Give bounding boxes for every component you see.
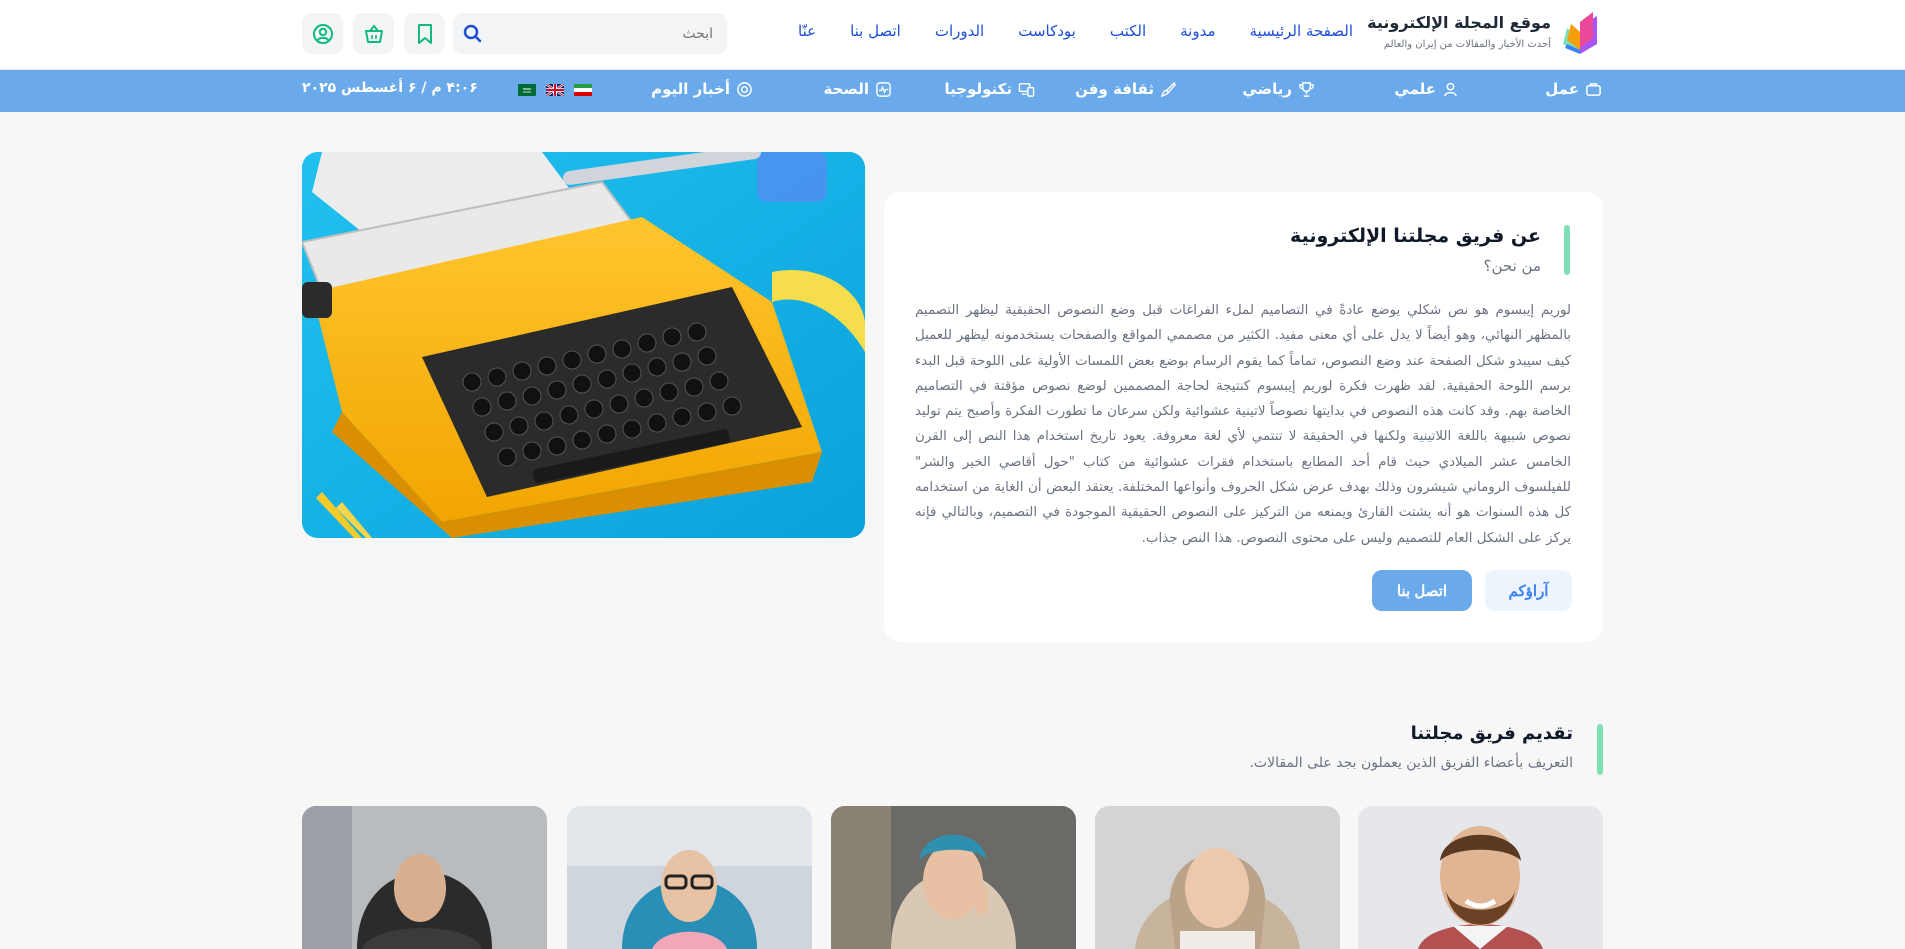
team-subtitle: التعريف بأعضاء الفريق الذين يعملون بجد ع… — [1249, 755, 1573, 771]
about-title: عن فريق مجلتنا الإلكترونية — [1290, 225, 1541, 247]
logo-book-icon — [1563, 12, 1597, 54]
bookmark-button[interactable] — [404, 13, 445, 54]
nav-link-books[interactable]: الكتب — [1110, 22, 1146, 40]
person-photo — [831, 806, 1076, 949]
current-datetime: ۴:۰۶ م / ۶ أغسطس ۲۰۲۵ — [302, 80, 478, 96]
category-label: ثقافة وفن — [1075, 80, 1154, 98]
category-label: عمل — [1545, 80, 1579, 98]
contact-button[interactable]: اتصل بنا — [1372, 570, 1472, 611]
flag-uk-icon[interactable] — [546, 84, 564, 96]
team-accent-bar — [1597, 724, 1603, 775]
typewriter-image — [302, 152, 865, 538]
search-box — [453, 13, 727, 54]
category-label: علمي — [1394, 80, 1436, 98]
team-title: تقديم فريق مجلتنا — [1410, 723, 1573, 744]
about-card: عن فريق مجلتنا الإلكترونية من نحن؟ لوريم… — [884, 192, 1603, 642]
user-icon — [1444, 82, 1457, 96]
team-member-photo[interactable] — [831, 806, 1076, 949]
category-technology[interactable]: تكنولوجيا — [945, 80, 1036, 98]
nav-link-about[interactable]: عنّا — [798, 22, 816, 40]
team-member-photo[interactable] — [302, 806, 547, 949]
category-label: الصحة — [823, 80, 869, 98]
bookmark-icon — [417, 23, 432, 44]
category-culture-art[interactable]: ثقافة وفن — [1075, 80, 1177, 98]
person-photo — [302, 806, 547, 949]
person-photo — [1358, 806, 1603, 949]
nav-link-blog[interactable]: مدونة — [1180, 22, 1215, 40]
nav-link-contact[interactable]: اتصل بنا — [850, 22, 901, 40]
category-label: رياضي — [1242, 80, 1292, 98]
accent-bar — [1564, 225, 1570, 275]
team-member-photo[interactable] — [567, 806, 812, 949]
heart-monitor-icon — [876, 81, 891, 97]
trophy-icon — [1299, 81, 1314, 97]
category-science[interactable]: علمي — [1394, 80, 1459, 98]
category-today-news[interactable]: أخبار اليوم — [651, 80, 753, 98]
category-sports[interactable]: رياضي — [1242, 80, 1315, 98]
main-nav: الصفحة الرئيسية مدونة الكتب بودكاست الدو… — [798, 22, 1353, 40]
devices-icon — [1018, 82, 1035, 97]
about-subtitle: من نحن؟ — [1483, 257, 1541, 275]
site-header: موقع المجلة الإلكترونية أحدث الأخبار وال… — [0, 0, 1905, 70]
team-member-photo[interactable] — [1095, 806, 1340, 949]
basket-icon — [364, 23, 383, 43]
person-photo — [567, 806, 812, 949]
site-logo[interactable]: موقع المجلة الإلكترونية أحدث الأخبار وال… — [1367, 8, 1603, 60]
briefcase-icon — [1586, 82, 1601, 96]
nav-link-podcast[interactable]: بودكاست — [1018, 22, 1076, 40]
search-icon[interactable] — [463, 24, 483, 44]
user-account-button[interactable] — [302, 13, 343, 54]
about-body: لوريم إيبسوم هو نص شكلي يوضع عادةً في ال… — [915, 303, 1571, 546]
site-tagline: أحدث الأخبار والمقالات من إيران والعالم — [1383, 39, 1551, 50]
brush-icon — [1160, 81, 1176, 97]
opinions-button[interactable]: آراؤكم — [1485, 570, 1572, 611]
user-icon — [312, 23, 333, 44]
category-label: أخبار اليوم — [651, 80, 730, 98]
flag-iran-icon[interactable] — [574, 84, 592, 96]
language-switcher — [518, 84, 592, 96]
nav-link-home[interactable]: الصفحة الرئيسية — [1250, 22, 1354, 40]
person-photo — [1095, 806, 1340, 949]
category-label: تكنولوجيا — [944, 80, 1013, 98]
news-icon — [737, 81, 752, 97]
category-business[interactable]: عمل — [1545, 80, 1602, 98]
category-health[interactable]: الصحة — [824, 80, 892, 98]
nav-link-courses[interactable]: الدورات — [935, 22, 984, 40]
team-member-photo[interactable] — [1358, 806, 1603, 949]
category-bar: عمل علمي رياضي ثقافة وفن تكنولوجيا الصحة… — [0, 70, 1905, 112]
basket-button[interactable] — [353, 13, 394, 54]
search-input[interactable] — [487, 13, 727, 54]
site-title: موقع المجلة الإلكترونية — [1367, 13, 1551, 32]
flag-saudi-icon[interactable] — [518, 84, 536, 96]
